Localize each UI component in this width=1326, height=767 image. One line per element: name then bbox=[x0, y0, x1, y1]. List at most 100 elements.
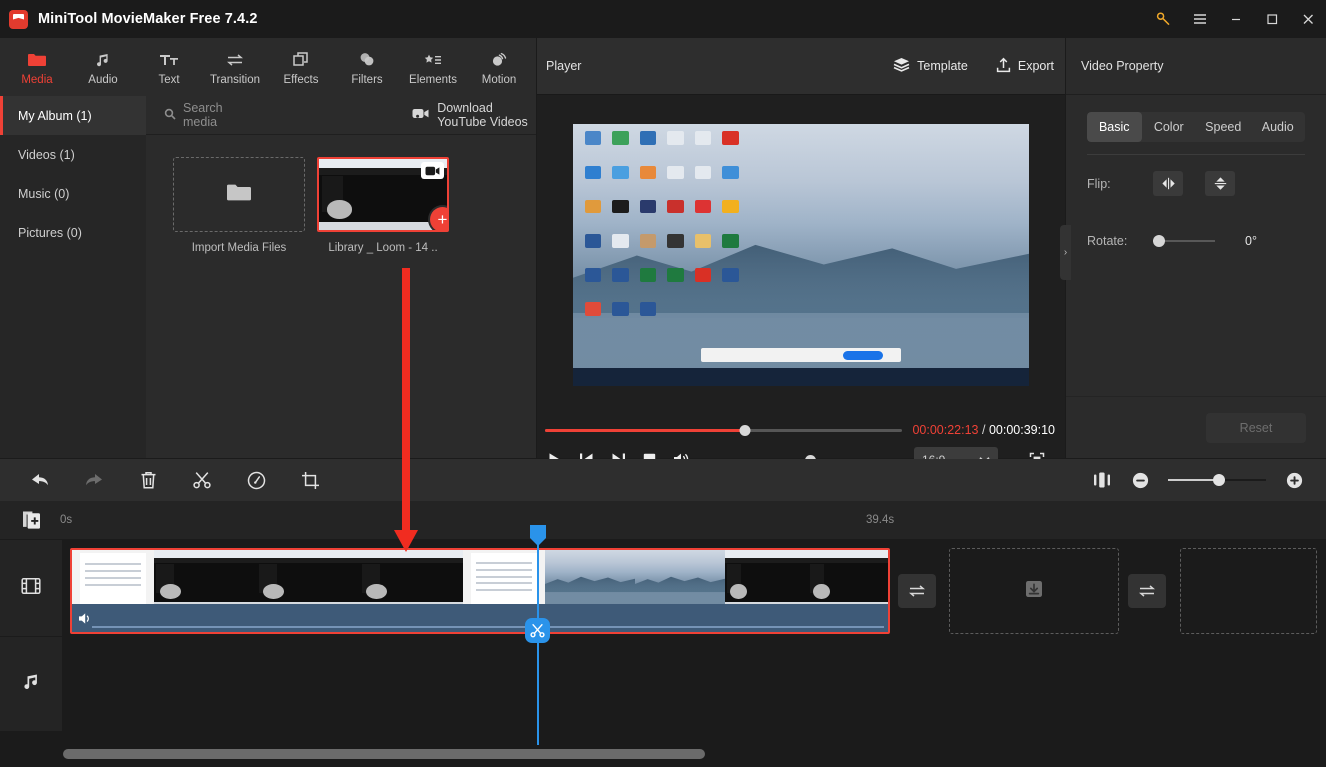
sidebar-item-videos[interactable]: Videos (1) bbox=[0, 135, 146, 174]
tab-audio[interactable]: Audio bbox=[70, 38, 136, 96]
folder-icon bbox=[27, 50, 47, 70]
player-panel: Player Template Export 00:00:22:13 / 00:… bbox=[537, 38, 1065, 472]
media-content: Search media Download YouTube Videos Imp… bbox=[146, 96, 536, 458]
rotate-slider[interactable] bbox=[1153, 234, 1215, 248]
tab-media[interactable]: Media bbox=[4, 38, 70, 96]
sidebar-item-pictures[interactable]: Pictures (0) bbox=[0, 213, 146, 252]
seek-slider[interactable] bbox=[545, 423, 903, 437]
album-label: Music (0) bbox=[18, 186, 70, 201]
time-separator: / bbox=[981, 423, 986, 437]
crop-button[interactable] bbox=[291, 459, 329, 501]
minimize-icon[interactable] bbox=[1218, 0, 1254, 38]
delete-button[interactable] bbox=[129, 459, 167, 501]
search-input[interactable]: Search media bbox=[164, 101, 232, 129]
timeline-scrollbar bbox=[0, 741, 1326, 767]
media-dropzone-1[interactable] bbox=[949, 548, 1119, 634]
edit-toolbar bbox=[0, 459, 1326, 501]
add-to-timeline-button[interactable]: + bbox=[430, 207, 447, 230]
maximize-icon[interactable] bbox=[1254, 0, 1290, 38]
search-icon bbox=[164, 108, 176, 123]
scrollbar-thumb[interactable] bbox=[63, 749, 705, 759]
add-media-icon[interactable] bbox=[0, 510, 62, 530]
flip-label: Flip: bbox=[1087, 176, 1111, 191]
ruler-tick-end: 39.4s bbox=[866, 514, 895, 526]
video-camera-icon bbox=[421, 162, 444, 179]
sidebar-item-my-album[interactable]: My Album (1) bbox=[0, 96, 146, 135]
video-property-title: Video Property bbox=[1066, 38, 1326, 95]
tab-color[interactable]: Color bbox=[1142, 112, 1197, 142]
tab-transition[interactable]: Transition bbox=[202, 38, 268, 96]
media-browser: My Album (1) Videos (1) Music (0) Pictur… bbox=[0, 96, 536, 458]
export-button[interactable]: Export bbox=[996, 57, 1054, 76]
transition-arrows-icon bbox=[225, 50, 245, 70]
undo-button[interactable] bbox=[21, 459, 59, 501]
timeline-track-area bbox=[62, 539, 1326, 739]
video-track-header[interactable] bbox=[0, 539, 62, 636]
fit-timeline-icon[interactable] bbox=[1083, 459, 1121, 501]
edit-tools bbox=[21, 459, 329, 501]
panel-collapse-handle[interactable]: › bbox=[1060, 225, 1071, 280]
flip-horizontal-icon[interactable] bbox=[1153, 171, 1183, 196]
tab-basic[interactable]: Basic bbox=[1087, 112, 1142, 142]
key-icon[interactable] bbox=[1146, 0, 1182, 38]
tab-filters-label: Filters bbox=[351, 74, 383, 86]
flip-row: Flip: bbox=[1087, 171, 1326, 196]
hamburger-menu-icon[interactable] bbox=[1182, 0, 1218, 38]
speed-button[interactable] bbox=[237, 459, 275, 501]
zoom-in-button[interactable] bbox=[1275, 459, 1313, 501]
timeline-split-button[interactable] bbox=[525, 618, 550, 643]
media-clip-label: Library _ Loom - 14 .. bbox=[328, 242, 438, 254]
timeline: 0s 39.4s bbox=[0, 501, 1326, 767]
album-label: My Album (1) bbox=[18, 108, 92, 123]
export-label: Export bbox=[1017, 59, 1054, 73]
tab-speed-label: Speed bbox=[1205, 120, 1242, 134]
flip-vertical-icon[interactable] bbox=[1205, 171, 1235, 196]
app-title: MiniTool MovieMaker Free 7.4.2 bbox=[38, 11, 258, 27]
player-header: Player Template Export bbox=[537, 38, 1065, 95]
media-clip-thumbnail[interactable]: + bbox=[317, 157, 449, 232]
album-list: My Album (1) Videos (1) Music (0) Pictur… bbox=[0, 96, 146, 458]
audio-track-header[interactable] bbox=[0, 636, 62, 731]
player-stage bbox=[537, 95, 1065, 415]
transition-slot-2[interactable] bbox=[1128, 574, 1166, 608]
redo-button[interactable] bbox=[75, 459, 113, 501]
total-time: 00:00:39:10 bbox=[988, 423, 1055, 437]
zoom-slider[interactable] bbox=[1168, 473, 1266, 487]
album-label: Videos (1) bbox=[18, 147, 75, 162]
tab-speed[interactable]: Speed bbox=[1196, 112, 1251, 142]
video-preview[interactable] bbox=[573, 124, 1029, 386]
reset-button[interactable]: Reset bbox=[1206, 412, 1306, 443]
tab-effects[interactable]: Effects bbox=[268, 38, 334, 96]
tab-motion[interactable]: Motion bbox=[466, 38, 532, 96]
template-button[interactable]: Template bbox=[893, 57, 968, 75]
tab-media-label: Media bbox=[21, 74, 53, 86]
download-youtube-button[interactable]: Download YouTube Videos bbox=[412, 101, 536, 129]
tab-text[interactable]: Text bbox=[136, 38, 202, 96]
folder-icon bbox=[226, 182, 252, 208]
split-button[interactable] bbox=[183, 459, 221, 501]
import-media-label: Import Media Files bbox=[191, 242, 287, 254]
search-placeholder: Search media bbox=[183, 101, 223, 129]
sidebar-item-music[interactable]: Music (0) bbox=[0, 174, 146, 213]
tab-audio-label: Audio bbox=[88, 74, 118, 86]
close-icon[interactable] bbox=[1290, 0, 1326, 38]
zoom-out-button[interactable] bbox=[1121, 459, 1159, 501]
timeline-ruler[interactable]: 0s 39.4s bbox=[0, 501, 1326, 539]
tab-elements[interactable]: Elements bbox=[400, 38, 466, 96]
transition-slot-1[interactable] bbox=[898, 574, 936, 608]
timeline-video-clip[interactable] bbox=[70, 548, 890, 634]
import-media-button[interactable] bbox=[173, 157, 305, 232]
film-strip-icon bbox=[21, 576, 41, 601]
music-note-icon bbox=[21, 672, 41, 697]
video-property-panel: Video Property Basic Color Speed Audio F… bbox=[1066, 38, 1326, 458]
speaker-icon[interactable] bbox=[78, 612, 93, 625]
youtube-download-icon bbox=[412, 107, 429, 123]
tab-filters[interactable]: Filters bbox=[334, 38, 400, 96]
layers-icon bbox=[893, 57, 910, 75]
tab-audio[interactable]: Audio bbox=[1251, 112, 1306, 142]
tab-elements-label: Elements bbox=[409, 74, 457, 86]
media-dropzone-2[interactable] bbox=[1180, 548, 1317, 634]
tab-color-label: Color bbox=[1153, 120, 1184, 134]
motion-ball-icon bbox=[490, 50, 508, 70]
rotate-label: Rotate: bbox=[1087, 234, 1128, 248]
